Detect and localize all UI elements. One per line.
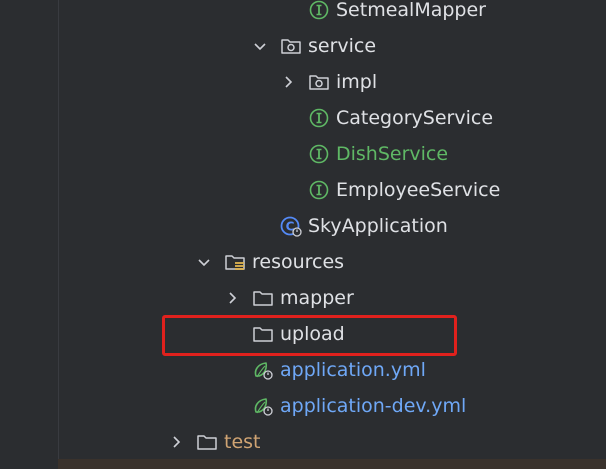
tree-item-employee-service[interactable]: EmployeeService [0,172,606,208]
chevron-right-icon[interactable] [166,432,186,452]
tree-item-application-dev-yml[interactable]: application-dev.yml [0,388,606,424]
resources-folder-icon [225,255,245,270]
tree-item-label: EmployeeService [336,179,501,201]
package-icon [281,39,301,54]
interface-icon [309,108,329,128]
chevron-down-icon[interactable] [194,252,214,272]
tree-item-label: application-dev.yml [280,395,467,417]
tree-item-label: SetmealMapper [336,0,486,21]
folder-icon [197,435,217,450]
tree-item-mapper[interactable]: mapper [0,280,606,316]
tree-item-label: impl [336,71,378,93]
spring-config-icon [254,398,273,416]
interface-icon [309,144,329,164]
tree-item-label: service [308,35,377,57]
tree-item-test[interactable]: test [0,424,606,460]
tree-item-category-service[interactable]: CategoryService [0,100,606,136]
tree-item-resources[interactable]: resources [0,244,606,280]
tree-item-label: test [224,431,261,453]
interface-icon [309,0,329,20]
tree-item-dish-service[interactable]: DishService [0,136,606,172]
tree-item-label: DishService [336,143,449,165]
tree-item-setmeal-mapper[interactable]: SetmealMapper [0,0,606,28]
spring-boot-app-icon: C [280,216,302,237]
tree-item-label: SkyApplication [308,215,448,237]
bottom-strip [58,459,606,469]
spring-config-icon [254,362,273,380]
highlight-box [162,315,457,356]
tree-item-sky-application[interactable]: C SkyApplication [0,208,606,244]
interface-icon [309,180,329,200]
project-tree: SetmealMapper service impl CategoryServi… [0,0,606,469]
tree-item-service[interactable]: service [0,28,606,64]
folder-icon [253,291,273,306]
package-icon [309,75,329,90]
tree-item-label: mapper [280,287,354,309]
tree-item-impl[interactable]: impl [0,64,606,100]
tree-item-label: application.yml [280,359,426,381]
tree-item-label: CategoryService [336,107,494,129]
chevron-right-icon[interactable] [278,72,298,92]
tree-item-label: resources [252,251,345,273]
chevron-right-icon[interactable] [222,288,242,308]
tree-item-application-yml[interactable]: application.yml [0,352,606,388]
chevron-down-icon[interactable] [250,36,270,56]
